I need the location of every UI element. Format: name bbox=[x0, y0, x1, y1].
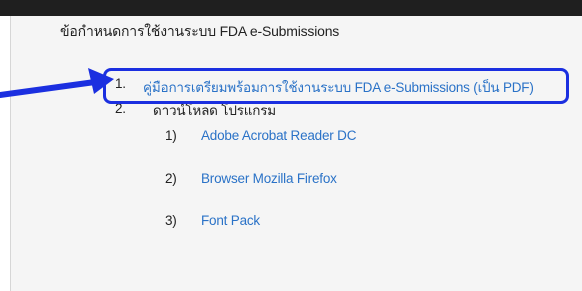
content-panel bbox=[10, 16, 582, 291]
download-number-2: 2) bbox=[165, 171, 177, 186]
top-bar bbox=[0, 0, 582, 16]
arrow-pointer-icon bbox=[0, 68, 114, 98]
download-number-1: 1) bbox=[165, 128, 177, 143]
font-pack-link[interactable]: Font Pack bbox=[201, 213, 260, 228]
firefox-link[interactable]: Browser Mozilla Firefox bbox=[201, 171, 337, 186]
download-item-fontpack: 3) Font Pack bbox=[165, 213, 260, 228]
download-item-firefox: 2) Browser Mozilla Firefox bbox=[165, 171, 337, 186]
page-heading: ข้อกำหนดการใช้งานระบบ FDA e-Submissions bbox=[60, 23, 340, 39]
download-number-3: 3) bbox=[165, 213, 177, 228]
highlight-annotation-box bbox=[103, 68, 569, 104]
acrobat-reader-link[interactable]: Adobe Acrobat Reader DC bbox=[201, 128, 356, 143]
download-item-acrobat: 1) Adobe Acrobat Reader DC bbox=[165, 128, 356, 143]
